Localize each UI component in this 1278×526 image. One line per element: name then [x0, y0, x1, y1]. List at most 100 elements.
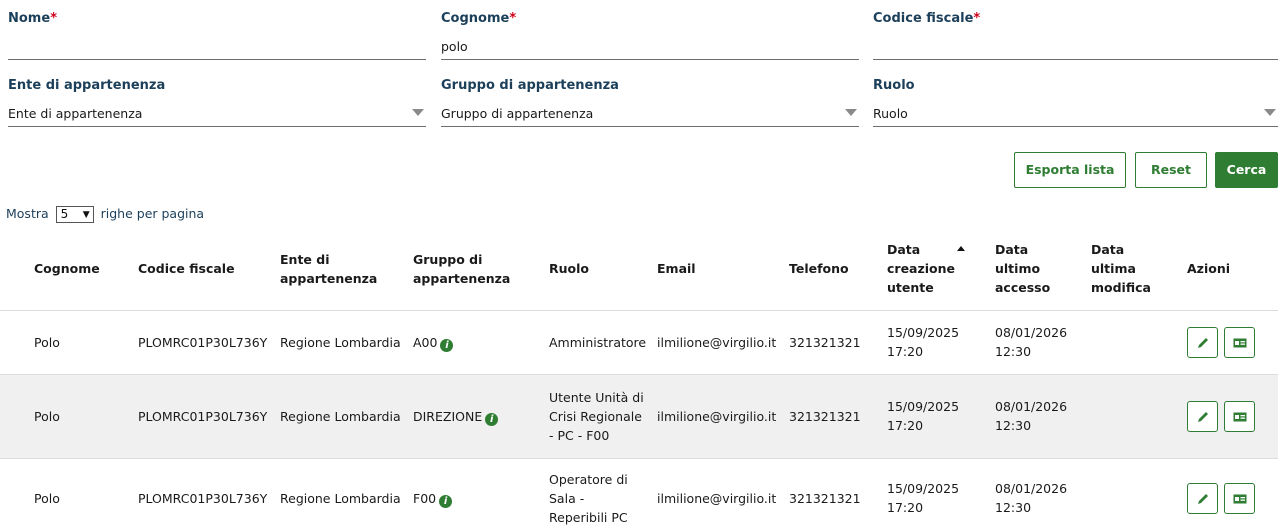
col-header-data-creazione-label: Data creazione utente [887, 242, 956, 296]
cell-data-creazione: 15/09/2025 17:20 [881, 458, 989, 526]
caret-down-icon [845, 109, 857, 116]
users-table: Cognome Codice fiscale Ente di appartene… [0, 228, 1278, 526]
cell-gruppo: A00 i [407, 310, 543, 375]
cell-email: ilmilione@virgilio.it [651, 458, 783, 526]
cell-data-accesso: 08/01/2026 12:30 [989, 458, 1085, 526]
creazione-date: 15/09/2025 [887, 399, 960, 414]
col-header-azioni: Azioni [1181, 228, 1278, 311]
cell-telefono: 321321321 [783, 458, 881, 526]
gruppo-field: Gruppo di appartenenza Gruppo di apparte… [441, 77, 859, 129]
cell-cognome: Polo [0, 310, 132, 375]
creazione-date: 15/09/2025 [887, 481, 960, 496]
id-card-icon [1233, 494, 1247, 503]
detail-button[interactable] [1224, 482, 1255, 514]
required-mark: * [973, 11, 981, 26]
col-header-data-modifica-label: Data ultima modifica [1091, 242, 1151, 296]
caret-down-icon [412, 109, 424, 116]
col-header-ente[interactable]: Ente di appartenenza [274, 228, 407, 311]
cell-gruppo: DIREZIONE i [407, 374, 543, 459]
cell-telefono: 321321321 [783, 374, 881, 459]
col-header-data-accesso[interactable]: Data ultimo accesso [989, 228, 1085, 311]
cell-gruppo: F00 i [407, 458, 543, 526]
gruppo-value: A00 [413, 334, 438, 350]
col-header-telefono[interactable]: Telefono [783, 228, 881, 311]
cognome-input[interactable]: polo [441, 34, 859, 60]
accesso-time: 12:30 [995, 500, 1032, 515]
gruppo-select-value: Gruppo di appartenenza [441, 106, 594, 121]
cell-data-modifica [1085, 458, 1181, 526]
ente-select[interactable]: Ente di appartenenza [8, 101, 426, 127]
cell-data-accesso: 08/01/2026 12:30 [989, 310, 1085, 375]
table-row: Polo PLOMRC01P30L736Y Regione Lombardia … [0, 310, 1278, 375]
col-header-gruppo[interactable]: Gruppo di appartenenza [407, 228, 543, 311]
gruppo-value: F00 [413, 490, 437, 506]
export-list-button[interactable]: Esporta lista [1014, 152, 1126, 188]
caret-down-icon [1264, 109, 1276, 116]
creazione-time: 17:20 [887, 418, 924, 433]
info-icon[interactable]: i [440, 338, 454, 352]
cell-azioni [1181, 310, 1278, 375]
required-mark: * [509, 11, 517, 26]
edit-button[interactable] [1187, 400, 1218, 432]
page-size-select[interactable]: 5 ▼ [55, 206, 94, 223]
detail-button[interactable] [1224, 400, 1255, 432]
creazione-time: 17:20 [887, 500, 924, 515]
page-size-control: Mostra 5 ▼ righe per pagina [6, 204, 204, 224]
cognome-label: Cognome* [441, 11, 517, 26]
codice-fiscale-input[interactable] [873, 34, 1278, 60]
edit-button[interactable] [1187, 326, 1218, 358]
cell-codice-fiscale: PLOMRC01P30L736Y [132, 458, 274, 526]
cognome-field: Cognome* polo [441, 10, 859, 62]
ruolo-select[interactable]: Ruolo [873, 101, 1278, 127]
cell-ente: Regione Lombardia [274, 310, 407, 375]
sort-asc-icon [957, 246, 965, 252]
nome-label: Nome* [8, 11, 57, 26]
ruolo-select-value: Ruolo [873, 106, 908, 121]
creazione-date: 15/09/2025 [887, 325, 960, 340]
gruppo-select[interactable]: Gruppo di appartenenza [441, 101, 859, 127]
nome-input[interactable] [8, 34, 426, 60]
cell-codice-fiscale: PLOMRC01P30L736Y [132, 310, 274, 375]
cell-email: ilmilione@virgilio.it [651, 310, 783, 375]
reset-button[interactable]: Reset [1135, 152, 1207, 188]
cell-cognome: Polo [0, 374, 132, 459]
nome-field: Nome* [8, 10, 426, 62]
id-card-icon [1233, 412, 1247, 421]
col-header-data-accesso-label: Data ultimo accesso [995, 242, 1051, 296]
cell-data-accesso: 08/01/2026 12:30 [989, 374, 1085, 459]
cell-ruolo: Utente Unità di Crisi Regionale - PC - F… [543, 374, 651, 459]
cell-data-modifica [1085, 310, 1181, 375]
cell-ente: Regione Lombardia [274, 458, 407, 526]
col-header-data-modifica[interactable]: Data ultima modifica [1085, 228, 1181, 311]
accesso-date: 08/01/2026 [995, 399, 1068, 414]
cell-ente: Regione Lombardia [274, 374, 407, 459]
col-header-ruolo[interactable]: Ruolo [543, 228, 651, 311]
cell-email: ilmilione@virgilio.it [651, 374, 783, 459]
ente-label: Ente di appartenenza [8, 78, 166, 93]
info-icon[interactable]: i [439, 494, 453, 508]
cell-azioni [1181, 458, 1278, 526]
edit-button[interactable] [1187, 482, 1218, 514]
search-button[interactable]: Cerca [1215, 152, 1278, 188]
col-header-codice-fiscale[interactable]: Codice fiscale [132, 228, 274, 311]
cell-data-creazione: 15/09/2025 17:20 [881, 310, 989, 375]
codice-fiscale-label: Codice fiscale* [873, 11, 981, 26]
cell-ruolo: Amministratore [543, 310, 651, 375]
cell-data-creazione: 15/09/2025 17:20 [881, 374, 989, 459]
cell-azioni [1181, 374, 1278, 459]
table-row: Polo PLOMRC01P30L736Y Regione Lombardia … [0, 458, 1278, 526]
info-icon[interactable]: i [485, 412, 499, 426]
page-size-suffix: righe per pagina [100, 206, 205, 221]
pencil-icon [1198, 411, 1208, 422]
pencil-icon [1198, 337, 1208, 348]
ruolo-field: Ruolo Ruolo [873, 77, 1278, 129]
gruppo-value: DIREZIONE [413, 408, 483, 424]
accesso-time: 12:30 [995, 418, 1032, 433]
col-header-data-creazione[interactable]: Data creazione utente [881, 228, 989, 311]
col-header-email[interactable]: Email [651, 228, 783, 311]
cell-ruolo: Operatore di Sala - Reperibili PC [543, 458, 651, 526]
page-size-value: 5 [60, 207, 69, 221]
detail-button[interactable] [1224, 326, 1255, 358]
gruppo-label: Gruppo di appartenenza [441, 78, 619, 93]
col-header-cognome[interactable]: Cognome [0, 228, 132, 311]
